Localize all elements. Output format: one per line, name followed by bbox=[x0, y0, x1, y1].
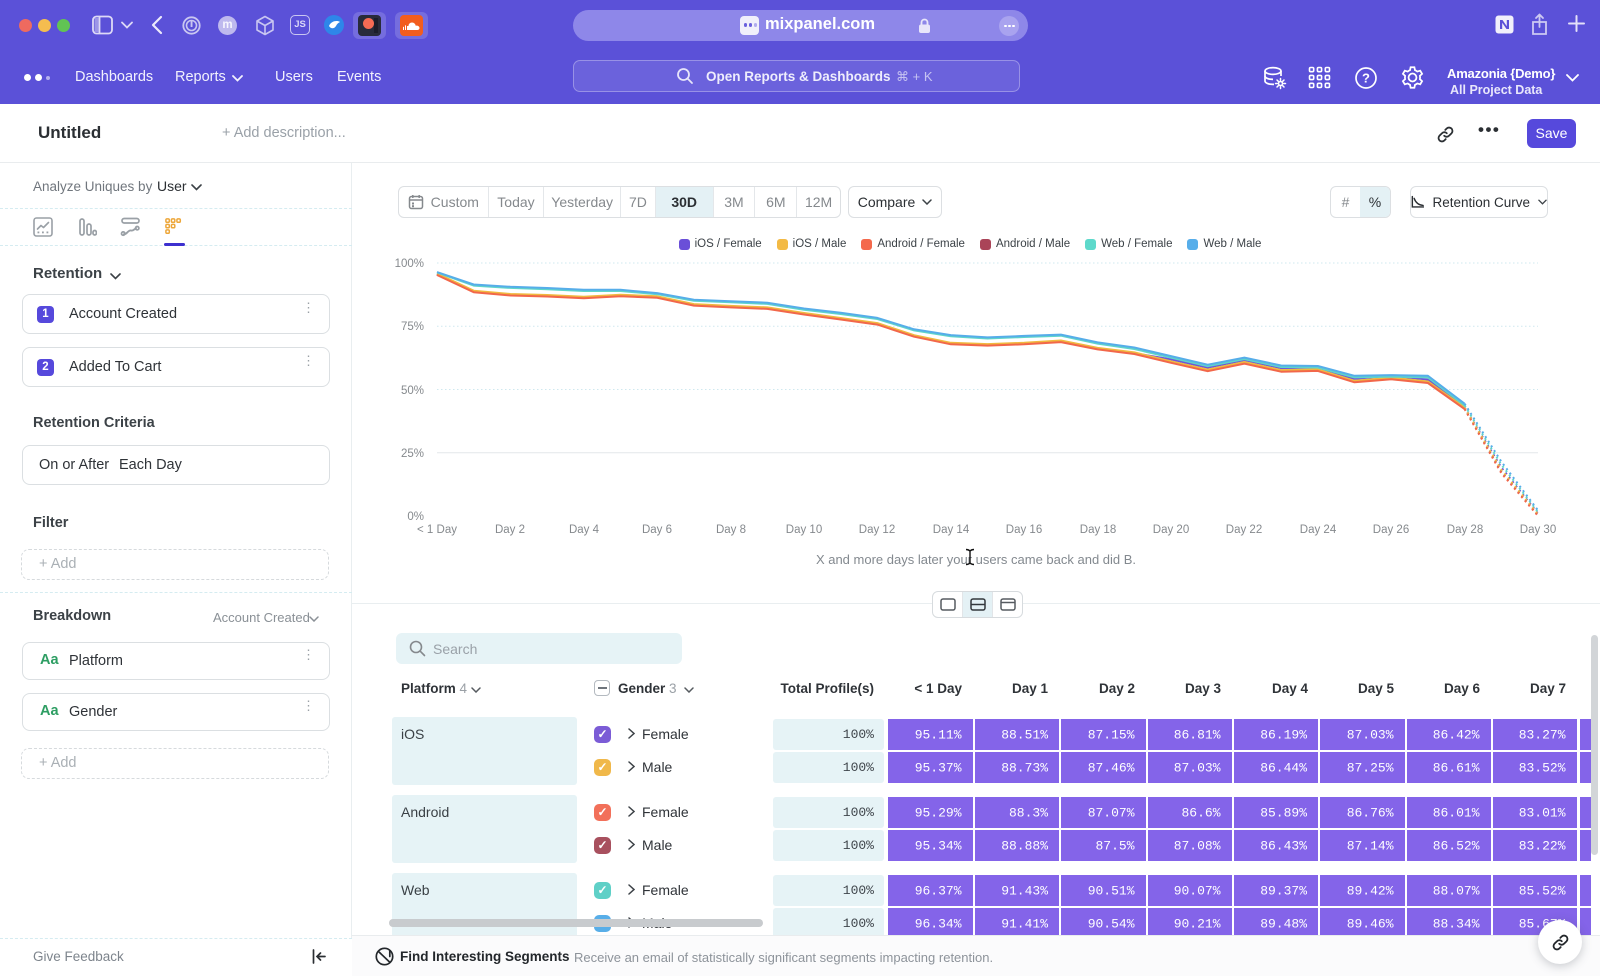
svg-text:25%: 25% bbox=[401, 448, 424, 460]
svg-text:100%: 100% bbox=[395, 258, 424, 270]
svg-text:Day 10: Day 10 bbox=[786, 524, 822, 536]
svg-text:50%: 50% bbox=[401, 385, 424, 397]
svg-text:Day 4: Day 4 bbox=[569, 524, 600, 536]
svg-text:Day 6: Day 6 bbox=[642, 524, 672, 536]
svg-text:Day 28: Day 28 bbox=[1447, 524, 1483, 536]
svg-text:Day 30: Day 30 bbox=[1520, 524, 1556, 536]
svg-text:Day 22: Day 22 bbox=[1226, 524, 1262, 536]
svg-text:Day 24: Day 24 bbox=[1300, 524, 1337, 536]
svg-text:75%: 75% bbox=[401, 321, 424, 333]
svg-text:Day 26: Day 26 bbox=[1373, 524, 1409, 536]
svg-text:?: ? bbox=[1362, 71, 1370, 86]
svg-text:Day 20: Day 20 bbox=[1153, 524, 1189, 536]
svg-text:Day 8: Day 8 bbox=[716, 524, 746, 536]
svg-text:Day 16: Day 16 bbox=[1006, 524, 1042, 536]
svg-text:0%: 0% bbox=[407, 511, 424, 523]
svg-text:Day 14: Day 14 bbox=[933, 524, 970, 536]
svg-text:< 1 Day: < 1 Day bbox=[417, 524, 457, 536]
svg-text:Day 12: Day 12 bbox=[859, 524, 895, 536]
svg-text:Day 2: Day 2 bbox=[495, 524, 525, 536]
svg-text:Day 18: Day 18 bbox=[1080, 524, 1116, 536]
